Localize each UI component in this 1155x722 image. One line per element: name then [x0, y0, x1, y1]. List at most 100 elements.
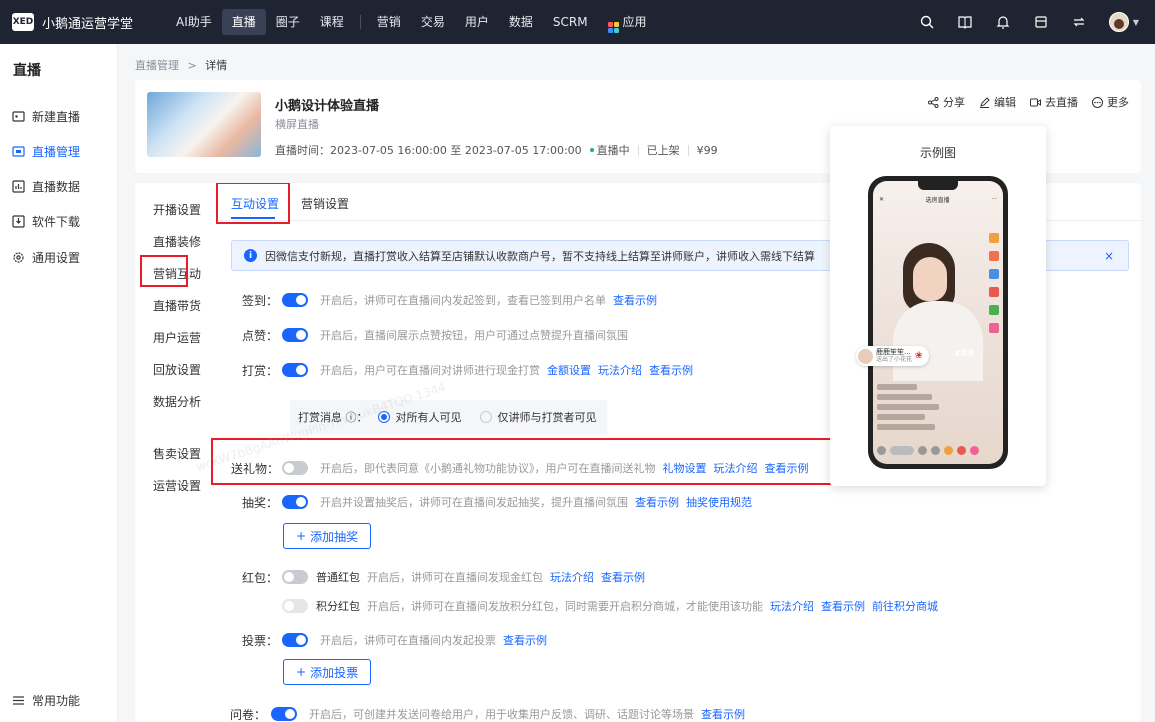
points-redpacket-example-link[interactable]: 查看示例: [821, 598, 865, 614]
live-manage-icon: [12, 145, 25, 157]
nav-circle[interactable]: 圈子: [266, 9, 310, 35]
vote-example-link[interactable]: 查看示例: [503, 632, 547, 648]
sidebar-item-new-live[interactable]: 新建直播: [12, 106, 80, 126]
survey-example-link[interactable]: 查看示例: [701, 706, 745, 722]
switch-icon[interactable]: [1071, 14, 1087, 30]
left-nav-operation-settings[interactable]: 运营设置: [153, 477, 201, 494]
left-nav-live-commerce[interactable]: 直播带货: [153, 297, 201, 314]
radio-button[interactable]: [479, 411, 492, 423]
user-avatar[interactable]: [1108, 12, 1129, 32]
nav-apps[interactable]: 应用: [598, 9, 657, 35]
sidebar-bottom-label: 常用功能: [32, 694, 81, 708]
nav-ai-assistant[interactable]: AI助手: [166, 9, 222, 35]
redpacket-label: 红包：: [242, 571, 279, 585]
normal-redpacket-toggle[interactable]: [282, 570, 308, 584]
new-live-icon: [12, 110, 25, 122]
breadcrumb-separator: >: [187, 59, 197, 72]
notice-text: 因微信支付新规，直播打赏收入结算至店铺默认收款商户号，暂不支持线上结算至讲师账户…: [265, 249, 815, 263]
like-toggle[interactable]: [282, 328, 308, 342]
add-lottery-button[interactable]: + 添加抽奖: [283, 523, 372, 549]
plus-icon: +: [296, 529, 307, 543]
more-icon: ···: [991, 195, 997, 203]
close-icon[interactable]: ×: [1104, 249, 1114, 263]
menu-icon: [13, 696, 24, 705]
signin-toggle[interactable]: [282, 293, 308, 307]
sidebar-common-functions[interactable]: 常用功能: [12, 692, 80, 709]
points-redpacket-toggle[interactable]: [282, 599, 308, 613]
sidebar-item-settings[interactable]: 通用设置: [12, 247, 80, 267]
normal-redpacket-desc: 开启后，讲师可在直播间发现金红包: [367, 571, 543, 584]
brand-name[interactable]: 小鹅通运营学堂: [42, 13, 133, 32]
left-nav-data-analysis[interactable]: 数据分析: [153, 393, 201, 410]
points-redpacket-howto-link[interactable]: 玩法介绍: [770, 598, 814, 614]
live-actions: 分享 编辑 去直播 更多: [928, 94, 1129, 110]
redpacket-points-row: 积分红包 开启后，讲师可在直播间发放积分红包，同时需要开启积分商城，才能使用该功…: [282, 598, 938, 614]
left-nav-replay-settings[interactable]: 回放设置: [153, 361, 201, 378]
breadcrumb-current: 详情: [205, 59, 228, 72]
normal-redpacket-howto-link[interactable]: 玩法介绍: [550, 569, 594, 585]
left-nav-sale-settings[interactable]: 售卖设置: [153, 445, 201, 462]
bell-icon[interactable]: [995, 14, 1011, 30]
lottery-toggle[interactable]: [282, 495, 308, 509]
reward-toggle[interactable]: [282, 363, 308, 377]
nav-data[interactable]: 数据: [499, 9, 543, 35]
go-live-button[interactable]: 去直播: [1030, 94, 1078, 110]
redpacket-normal-row: 普通红包 开启后，讲师可在直播间发现金红包 玩法介绍 查看示例: [282, 569, 645, 585]
left-nav-user-operation[interactable]: 用户运营: [153, 329, 201, 346]
points-redpacket-name: 积分红包: [316, 600, 360, 613]
search-icon[interactable]: [919, 14, 935, 30]
nav-marketing[interactable]: 营销: [367, 9, 411, 35]
breadcrumb-parent[interactable]: 直播管理: [135, 59, 179, 72]
meta-divider: [637, 144, 639, 156]
nav-trade[interactable]: 交易: [411, 9, 455, 35]
phone-bottom-bar: [877, 443, 999, 457]
radio-private-visible[interactable]: 仅讲师与打赏者可见: [479, 409, 597, 425]
points-mall-link[interactable]: 前往积分商城: [872, 598, 938, 614]
reward-example-link[interactable]: 查看示例: [649, 362, 693, 378]
side-icon: [989, 269, 999, 279]
chat-message: [877, 414, 925, 420]
live-status: 直播中: [589, 142, 630, 158]
gift-text: 鹿鹿笙笙... 送出了小花花: [876, 348, 912, 364]
lottery-rules-link[interactable]: 抽奖使用规范: [686, 494, 752, 510]
sidebar-item-live-data[interactable]: 直播数据: [12, 176, 80, 196]
sidebar-item-label: 通用设置: [32, 250, 81, 265]
reward-row: 开启后，用户可在直播间对讲师进行现金打赏 金额设置 玩法介绍 查看示例: [282, 362, 693, 378]
share-button[interactable]: 分享: [928, 94, 965, 110]
add-vote-label: 添加投票: [310, 665, 359, 680]
left-nav-broadcast-settings[interactable]: 开播设置: [153, 201, 201, 218]
tab-marketing-settings[interactable]: 营销设置: [301, 195, 349, 212]
close-icon: ✕: [879, 195, 885, 203]
phone-title: 选房直播: [925, 196, 950, 204]
sidebar-item-live-manage[interactable]: 直播管理: [12, 141, 80, 161]
add-vote-button[interactable]: + 添加投票: [283, 659, 372, 685]
survey-row: 开启后，可创建并发送问卷给用户，用于收集用户反馈、调研、话题讨论等场景 查看示例: [271, 706, 745, 722]
meta-divider: [687, 144, 689, 156]
reward-howto-link[interactable]: 玩法介绍: [598, 362, 642, 378]
store-icon[interactable]: [1033, 14, 1049, 30]
edit-label: 编辑: [994, 96, 1016, 109]
bottom-icon: [957, 445, 966, 455]
chat-message: [877, 394, 932, 400]
survey-toggle[interactable]: [271, 707, 297, 721]
nav-scrm[interactable]: SCRM: [543, 9, 598, 35]
book-icon[interactable]: [957, 14, 973, 30]
signin-example-link[interactable]: 查看示例: [613, 292, 657, 308]
nav-live[interactable]: 直播: [221, 9, 266, 35]
left-nav-decoration[interactable]: 直播装修: [153, 233, 201, 250]
gift-notification: 鹿鹿笙笙... 送出了小花花 ❀: [856, 346, 929, 366]
nav-users[interactable]: 用户: [455, 9, 499, 35]
normal-redpacket-example-link[interactable]: 查看示例: [601, 569, 645, 585]
brand-logo[interactable]: XED: [12, 13, 34, 31]
lottery-example-link[interactable]: 查看示例: [635, 494, 679, 510]
side-icon: [989, 287, 999, 297]
edit-button[interactable]: 编辑: [979, 94, 1016, 110]
vote-toggle[interactable]: [282, 633, 308, 647]
more-button[interactable]: 更多: [1092, 94, 1129, 110]
reward-amount-link[interactable]: 金额设置: [547, 362, 591, 378]
share-icon: [928, 96, 939, 108]
sidebar-item-download[interactable]: 软件下载: [12, 211, 80, 231]
chevron-down-icon[interactable]: ▼: [1133, 18, 1139, 27]
host-face: [913, 257, 947, 301]
nav-course[interactable]: 课程: [310, 9, 354, 35]
